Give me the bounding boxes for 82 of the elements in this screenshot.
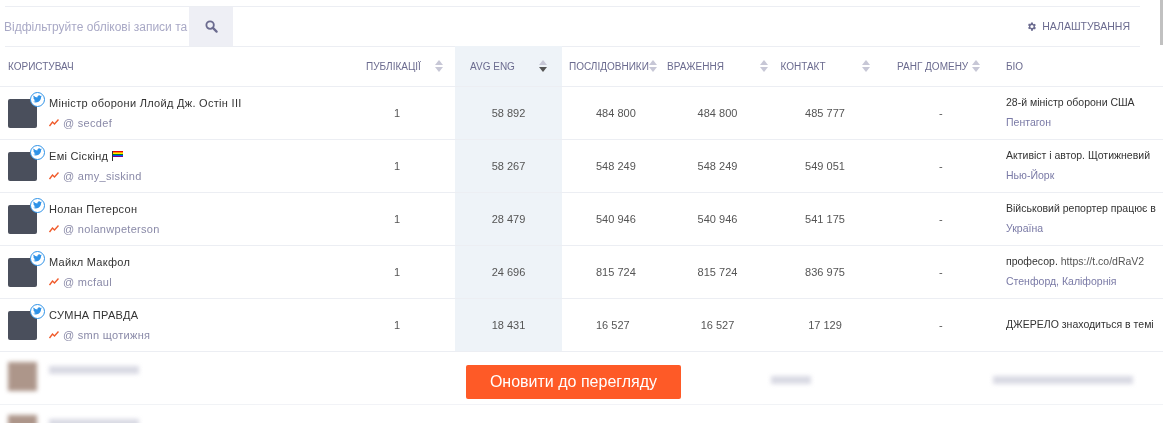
trend-icon	[49, 118, 59, 127]
column-header[interactable]: КОНТАКТ	[780, 58, 826, 74]
user-name[interactable]: Емі Сіскінд	[49, 148, 109, 165]
followers-value: 484 800	[596, 105, 636, 121]
photo-placeholder	[8, 362, 37, 391]
user-name[interactable]: СУМНА ПРАВДА	[49, 307, 139, 324]
column-header[interactable]: AVG ENG	[470, 58, 515, 74]
followers-value: 16 527	[596, 317, 630, 333]
impressions-value: 815 724	[696, 264, 739, 280]
blurred-text	[771, 376, 811, 384]
avg-eng-value: 58 892	[490, 105, 527, 121]
contact-value: 836 975	[804, 264, 846, 280]
bio-location: Пентагон	[1006, 115, 1052, 130]
bird-badge-icon	[30, 250, 45, 266]
domain-rank-value: -	[939, 105, 943, 121]
bird-badge-icon	[30, 303, 45, 319]
impressions-value: 548 249	[696, 158, 739, 174]
bio-text: ДЖЕРЕЛО знаходиться в темі	[1006, 317, 1154, 333]
bio-link[interactable]: https://t.co/dRaV2	[1060, 255, 1145, 268]
bird-badge-icon	[30, 91, 45, 107]
followers-value: 540 946	[596, 211, 636, 227]
impressions-value: 16 527	[699, 317, 736, 333]
search-icon	[204, 20, 218, 33]
avg-eng-value: 58 267	[490, 158, 527, 174]
user-handle[interactable]: @ smn щотижня	[63, 326, 151, 343]
trend-icon	[49, 171, 59, 180]
posts-value: 1	[394, 158, 401, 174]
posts-value: 1	[394, 105, 401, 121]
bird-badge-icon	[30, 144, 45, 160]
trend-icon	[49, 277, 59, 286]
trend-icon	[49, 330, 59, 339]
avatar-photo	[8, 310, 37, 340]
column-header[interactable]: РАНГ ДОМЕНУ	[897, 58, 969, 74]
domain-rank-value: -	[939, 264, 943, 280]
avatar-photo	[8, 151, 37, 181]
bio-text: Активіст і автор. Щотижневий	[1006, 148, 1151, 164]
avg-eng-value: 24 696	[490, 264, 527, 280]
bio-text: професор. https://t.co/dRaV2	[1006, 254, 1145, 270]
user-name[interactable]: Нолан Петерсон	[49, 201, 138, 218]
user-handle[interactable]: @ mcfaul	[63, 273, 113, 290]
trend-icon	[49, 224, 59, 233]
user-handle[interactable]: @ nolanwpeterson	[63, 220, 160, 237]
settings-icon	[1026, 21, 1038, 32]
column-header[interactable]: ВРАЖЕННЯ	[667, 58, 724, 74]
bio-location: Україна	[1006, 221, 1045, 236]
contact-value: 541 175	[804, 211, 846, 227]
column-header[interactable]: ПУБЛІКАЦІЇ	[366, 58, 421, 74]
impressions-value: 540 946	[696, 211, 739, 227]
bio-location: Нью-Йорк	[1006, 168, 1056, 183]
user-handle[interactable]: @ amy_siskind	[63, 167, 142, 184]
settings-button[interactable]: НАЛАШТУВАННЯ	[1026, 18, 1130, 35]
sort-icon[interactable]	[538, 60, 547, 72]
impressions-value: 484 800	[696, 105, 739, 121]
avg-eng-value: 28 479	[490, 211, 527, 227]
posts-value: 1	[394, 211, 401, 227]
bio-location: Стенфорд, Каліфорнія	[1006, 274, 1118, 289]
posts-value: 1	[394, 264, 401, 280]
column-header[interactable]: КОРИСТУВАЧ	[8, 58, 74, 74]
avatar-photo	[8, 204, 37, 234]
avg-eng-value: 18 431	[490, 317, 527, 333]
posts-value: 1	[394, 317, 401, 333]
user-name[interactable]: Майкл Макфол	[49, 254, 131, 271]
domain-rank-value: -	[939, 158, 943, 174]
domain-rank-value: -	[939, 317, 943, 333]
contact-value: 17 129	[807, 317, 843, 333]
bio-text: 28-й міністр оборони США	[1006, 95, 1135, 111]
user-name[interactable]: Міністр оборони Ллойд Дж. Остін III	[49, 95, 242, 112]
column-header[interactable]: ПОСЛІДОВНИКИ	[569, 58, 649, 74]
upgrade-button[interactable]: Оновити до перегляду	[466, 365, 681, 399]
avatar-photo	[8, 98, 37, 128]
followers-value: 815 724	[596, 264, 636, 280]
followers-value: 548 249	[596, 158, 636, 174]
contact-value: 485 777	[804, 105, 846, 121]
avatar-photo	[8, 257, 37, 287]
domain-rank-value: -	[939, 211, 943, 227]
user-handle[interactable]: @ secdef	[63, 114, 113, 131]
contact-value: 549 051	[804, 158, 846, 174]
scrollbar[interactable]	[1160, 0, 1163, 45]
bio-text: Військовий репортер працює в	[1006, 201, 1156, 217]
search-button[interactable]	[189, 7, 233, 46]
bird-badge-icon	[30, 197, 45, 213]
column-header[interactable]: БІО	[1006, 58, 1024, 74]
